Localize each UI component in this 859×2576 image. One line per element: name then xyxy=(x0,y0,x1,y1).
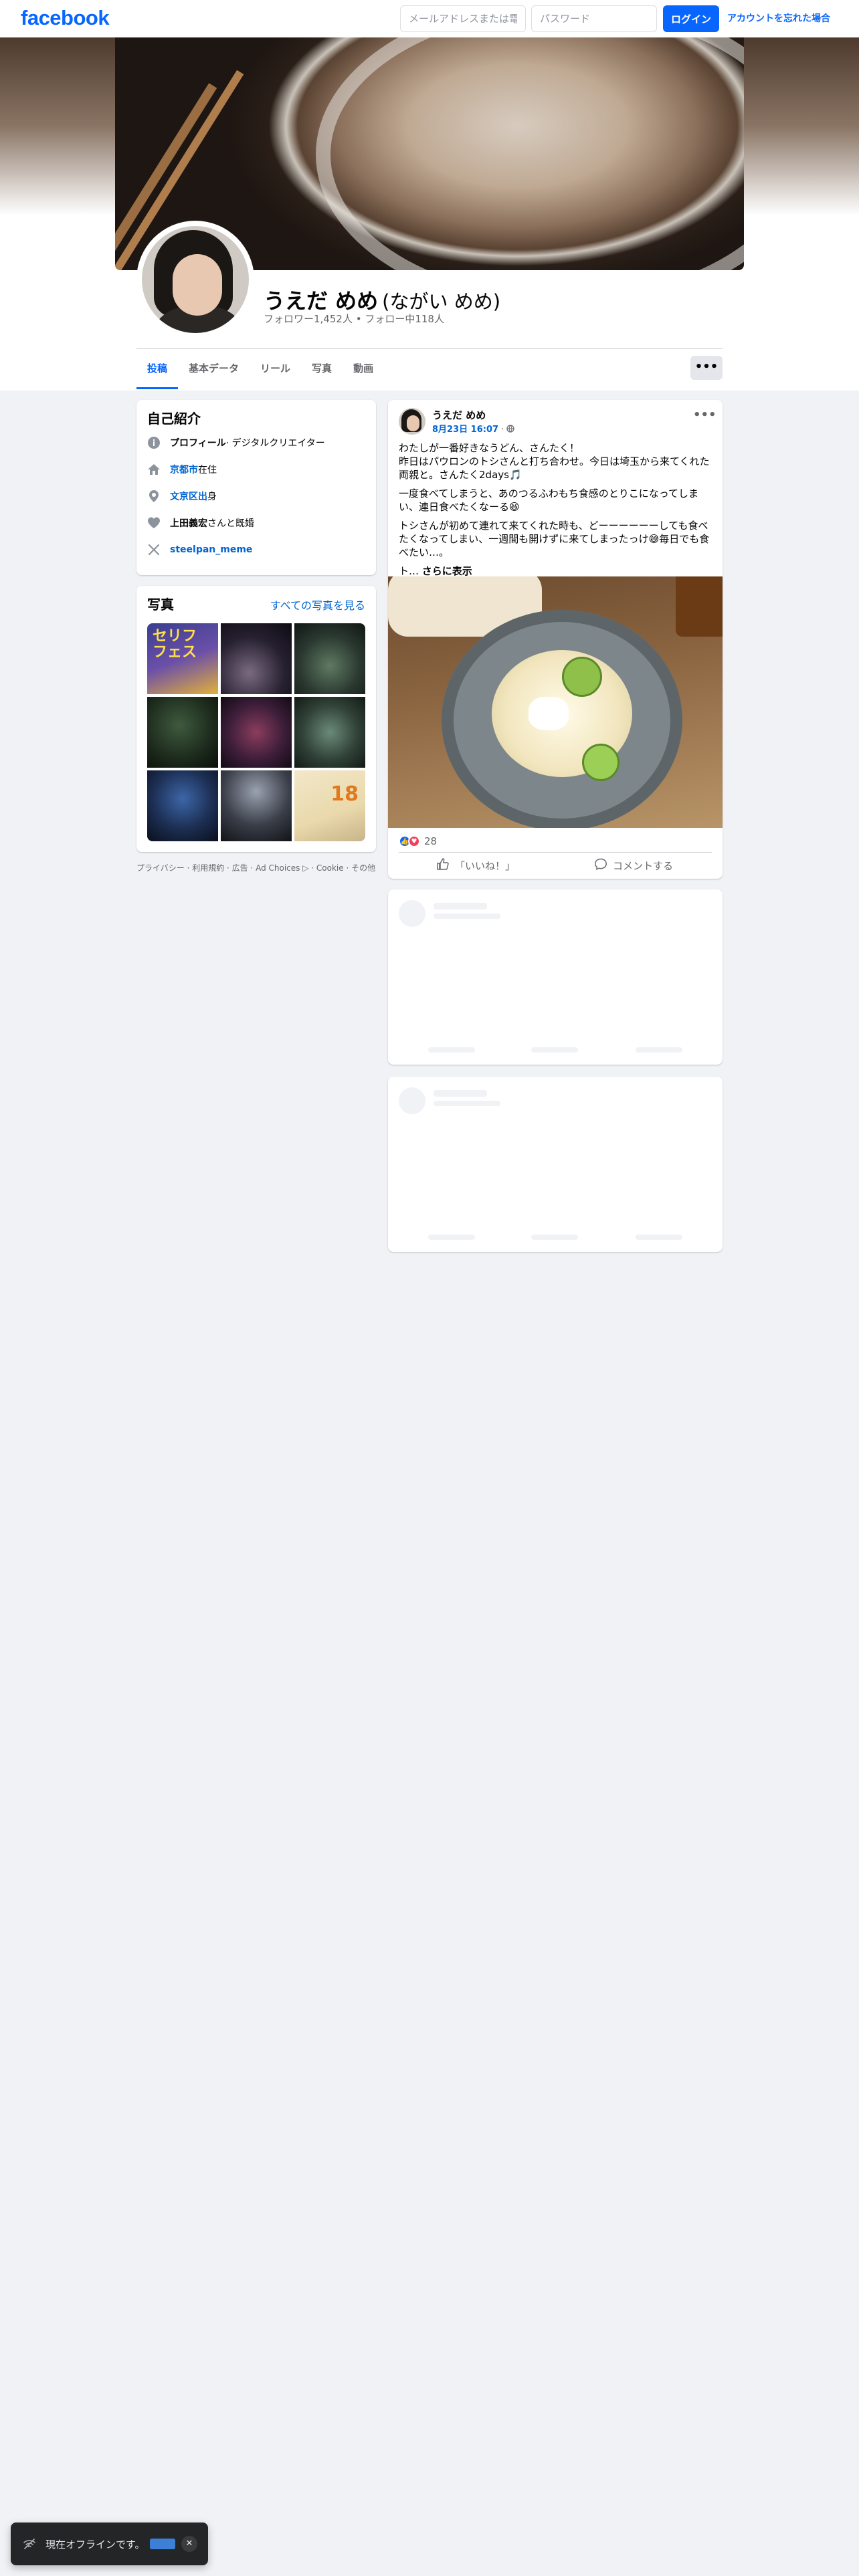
photo-thumbnail[interactable] xyxy=(221,697,292,768)
spouse-suffix: さんと既婚 xyxy=(207,518,254,529)
city-link[interactable]: 京都市 xyxy=(170,463,198,476)
post-card: うえだ めめ 8月23日 16:07 · ••• わたしが一番好きなうどん、さん… xyxy=(388,400,723,879)
x-handle-link[interactable]: steelpan_meme xyxy=(170,544,252,555)
profile-name-row: うえだ めめ (ながい めめ) xyxy=(264,284,500,315)
hometown-link[interactable]: 文京区出 xyxy=(170,490,207,503)
refresh-button[interactable] xyxy=(150,2539,175,2549)
intro-card: 自己紹介 プロフィール · デジタルクリエイター 京都市 在住 文京区出身 上田義… xyxy=(136,400,376,575)
post-author-avatar[interactable] xyxy=(399,408,425,435)
photo-poster-text: 18 xyxy=(330,782,359,806)
photo-grid: セリフ フェス 18 xyxy=(147,623,365,841)
wifi-off-icon xyxy=(23,2537,36,2553)
spouse-name[interactable]: 上田義宏 xyxy=(170,516,207,530)
loading-post-placeholder xyxy=(388,1077,723,1252)
tab-posts[interactable]: 投稿 xyxy=(136,354,179,389)
top-bar: facebook ログイン アカウントを忘れた場合 xyxy=(0,0,859,37)
forgot-account-link[interactable]: アカウントを忘れた場合 xyxy=(727,11,830,25)
more-options-button[interactable]: ••• xyxy=(690,356,723,380)
close-toast-button[interactable]: ✕ xyxy=(181,2536,197,2552)
divider xyxy=(399,852,712,853)
post-author-name[interactable]: うえだ めめ xyxy=(432,408,486,422)
profile-tabs: 投稿 基本データ リール 写真 動画 xyxy=(136,354,384,389)
post-date-separator: · xyxy=(498,425,507,435)
home-icon xyxy=(147,463,161,476)
follow-counts[interactable]: フォロワー1,452人 • フォロー中118人 xyxy=(264,312,444,326)
x-logo-icon xyxy=(147,543,161,556)
intro-profile-row: プロフィール · デジタルクリエイター xyxy=(147,435,325,451)
post-line: トシさんが初めて連れて来てくれた時も、どーーーーーーしても食べたくなってしまい、… xyxy=(399,520,710,558)
thumbs-up-icon xyxy=(436,857,455,873)
divider xyxy=(136,348,723,349)
reaction-summary[interactable]: 👍 ♥ 28 xyxy=(399,835,437,848)
see-more-link[interactable]: さらに表示 xyxy=(422,565,472,577)
avatar xyxy=(142,226,249,333)
city-suffix: 在住 xyxy=(198,465,217,475)
intro-title: 自己紹介 xyxy=(147,411,201,427)
photo-thumbnail[interactable]: セリフ フェス xyxy=(147,623,218,694)
profile-picture[interactable] xyxy=(136,221,254,338)
see-all-photos-link[interactable]: すべての写真を見る xyxy=(270,597,365,613)
post-line: 一度食べてしまうと、あのつるふわもち食感のとりこになってしまい、連日食べたくなー… xyxy=(399,488,699,513)
photo-poster-text: セリフ フェス xyxy=(153,628,197,661)
comment-icon xyxy=(594,857,613,873)
loading-post-placeholder xyxy=(388,889,723,1065)
intro-city-row: 京都市 在住 xyxy=(147,461,217,477)
like-button[interactable]: 「いいね！」 xyxy=(436,855,515,876)
tab-reels[interactable]: リール xyxy=(250,354,301,389)
reaction-count: 28 xyxy=(424,835,438,847)
tab-about[interactable]: 基本データ xyxy=(178,354,250,389)
tab-videos[interactable]: 動画 xyxy=(343,354,384,389)
post-date[interactable]: 8月23日 16:07 xyxy=(432,425,498,435)
email-input[interactable] xyxy=(400,5,526,32)
heart-icon xyxy=(147,516,161,530)
intro-profile-category: · デジタルクリエイター xyxy=(225,438,325,449)
like-label: 「いいね！」 xyxy=(455,859,516,872)
photo-thumbnail[interactable] xyxy=(147,697,218,768)
profile-alt-name: (ながい めめ) xyxy=(382,290,501,313)
footer-links[interactable]: プライバシー · 利用規約 · 広告 · Ad Choices ▷ · Cook… xyxy=(136,863,376,873)
password-input[interactable] xyxy=(531,5,657,32)
comment-label: コメントする xyxy=(613,859,674,872)
intro-relationship-row: 上田義宏 さんと既婚 xyxy=(147,515,254,531)
post-text: わたしが一番好きなうどん、さんたく！ 昨日はパウロンのトシさんと打ち合わせ。今日は… xyxy=(399,441,712,583)
facebook-logo[interactable]: facebook xyxy=(21,6,110,30)
love-reaction-icon: ♥ xyxy=(408,835,420,847)
login-button[interactable]: ログイン xyxy=(663,5,719,32)
photo-thumbnail[interactable] xyxy=(221,623,292,694)
hometown-suffix: 身 xyxy=(207,492,217,502)
photo-thumbnail[interactable] xyxy=(294,697,365,768)
location-pin-icon xyxy=(147,490,161,503)
comment-button[interactable]: コメントする xyxy=(594,855,673,876)
post-photo[interactable] xyxy=(388,576,723,828)
globe-icon xyxy=(506,425,515,435)
intro-x-row: steelpan_meme xyxy=(147,542,252,558)
photo-thumbnail[interactable] xyxy=(294,623,365,694)
post-line: わたしが一番好きなうどん、さんたく！ xyxy=(399,442,580,454)
post-meta: 8月23日 16:07 · xyxy=(432,422,515,435)
info-icon xyxy=(147,436,161,449)
photo-thumbnail[interactable] xyxy=(147,770,218,841)
photo-thumbnail[interactable]: 18 xyxy=(294,770,365,841)
post-line-truncated: ト… xyxy=(399,565,422,577)
offline-toast: 現在オフラインです。 ✕ xyxy=(11,2523,208,2565)
post-menu-button[interactable]: ••• xyxy=(693,409,717,425)
tab-photos[interactable]: 写真 xyxy=(301,354,343,389)
cup-rim-shape xyxy=(316,37,744,270)
photos-card: 写真 すべての写真を見る セリフ フェス 18 xyxy=(136,586,376,852)
intro-hometown-row: 文京区出身 xyxy=(147,488,217,504)
photo-thumbnail[interactable] xyxy=(221,770,292,841)
profile-name: うえだ めめ xyxy=(264,288,379,314)
intro-profile-label: プロフィール xyxy=(170,438,226,449)
photos-title: 写真 xyxy=(147,597,174,613)
offline-message: 現在オフラインです。 xyxy=(45,2539,145,2551)
post-line: 昨日はパウロンのトシさんと打ち合わせ。今日は埼玉から来てくれた両親と。さんたく2… xyxy=(399,455,710,481)
